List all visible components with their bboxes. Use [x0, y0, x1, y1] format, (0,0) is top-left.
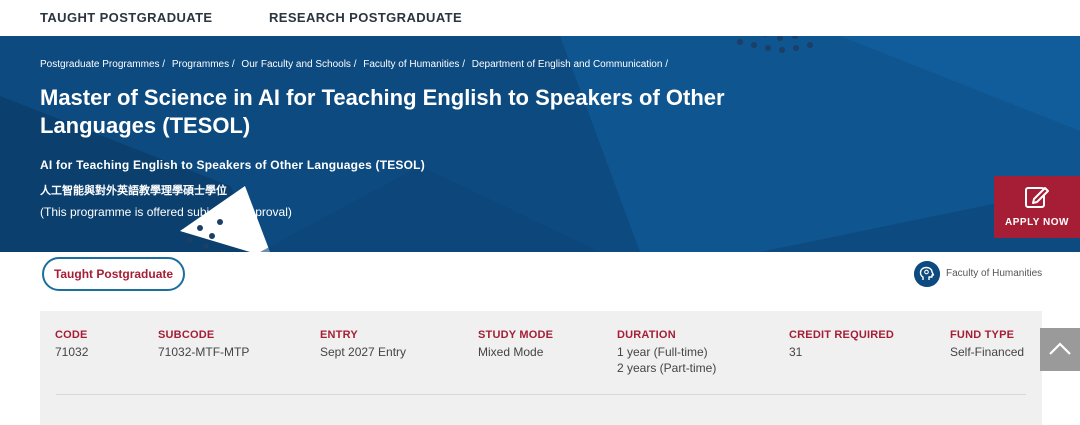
programme-subtitle: AI for Teaching English to Speakers of O…	[40, 158, 425, 172]
info-fund-type-value: Self-Financed	[950, 345, 1025, 359]
info-subcode-value: 71032-MTF-MTP	[158, 345, 250, 359]
nav-taught-postgraduate[interactable]: TAUGHT POSTGRADUATE	[40, 10, 213, 25]
breadcrumb-item[interactable]: Postgraduate Programmes /	[40, 59, 165, 70]
top-navigation: TAUGHT POSTGRADUATE RESEARCH POSTGRADUAT…	[0, 0, 1080, 36]
breadcrumb-item[interactable]: Our Faculty and Schools /	[241, 59, 356, 70]
info-duration: DURATION 1 year (Full-time) 2 years (Par…	[617, 329, 716, 376]
info-credit-value: 31	[789, 345, 803, 359]
breadcrumb: Postgraduate Programmes / Programmes / O…	[40, 59, 672, 70]
programme-hero-banner: Postgraduate Programmes / Programmes / O…	[0, 36, 1080, 252]
info-duration-part-time: 2 years (Part-time)	[617, 361, 717, 375]
programme-info-panel: CODE 71032 SUBCODE 71032-MTF-MTP ENTRY S…	[40, 311, 1042, 425]
info-credit: CREDIT REQUIRED 31	[789, 329, 894, 360]
info-entry: ENTRY Sept 2027 Entry	[320, 329, 406, 360]
breadcrumb-item[interactable]: Faculty of Humanities /	[363, 59, 465, 70]
breadcrumb-item[interactable]: Department of English and Communication …	[472, 59, 668, 70]
info-fund-type-label: FUND TYPE	[950, 329, 1015, 341]
info-subcode: SUBCODE 71032-MTF-MTP	[158, 329, 249, 360]
info-entry-value: Sept 2027 Entry	[320, 345, 407, 359]
info-study-mode-label: STUDY MODE	[478, 329, 554, 341]
info-study-mode: STUDY MODE Mixed Mode	[478, 329, 553, 360]
faculty-label: Faculty of Humanities	[946, 268, 1043, 279]
info-code-value: 71032	[55, 345, 89, 359]
programme-chinese-title: 人工智能與對外英語教學理學碩士學位	[40, 185, 227, 197]
taught-postgraduate-tag[interactable]: Taught Postgraduate	[42, 257, 185, 291]
info-credit-label: CREDIT REQUIRED	[789, 329, 895, 341]
head-icon	[914, 261, 940, 287]
info-duration-full-time: 1 year (Full-time)	[617, 345, 708, 359]
page-title: Master of Science in AI for Teaching Eng…	[40, 85, 725, 138]
info-duration-label: DURATION	[617, 329, 676, 341]
apply-now-label: APPLY NOW	[1005, 217, 1069, 228]
info-entry-label: ENTRY	[320, 329, 358, 341]
info-code-label: CODE	[55, 329, 88, 341]
nav-research-postgraduate[interactable]: RESEARCH POSTGRADUATE	[269, 10, 462, 25]
back-to-top-button[interactable]	[1040, 328, 1080, 371]
info-fund-type: FUND TYPE Self-Financed	[950, 329, 1024, 360]
chevron-up-icon	[1049, 342, 1071, 355]
info-code: CODE 71032	[55, 329, 88, 360]
approval-note: (This programme is offered subject to ap…	[40, 205, 292, 219]
apply-now-button[interactable]: APPLY NOW	[994, 176, 1080, 238]
info-divider	[56, 394, 1026, 395]
breadcrumb-item[interactable]: Programmes /	[172, 59, 235, 70]
edit-icon	[1025, 187, 1049, 208]
info-study-mode-value: Mixed Mode	[478, 345, 544, 359]
info-subcode-label: SUBCODE	[158, 329, 215, 341]
